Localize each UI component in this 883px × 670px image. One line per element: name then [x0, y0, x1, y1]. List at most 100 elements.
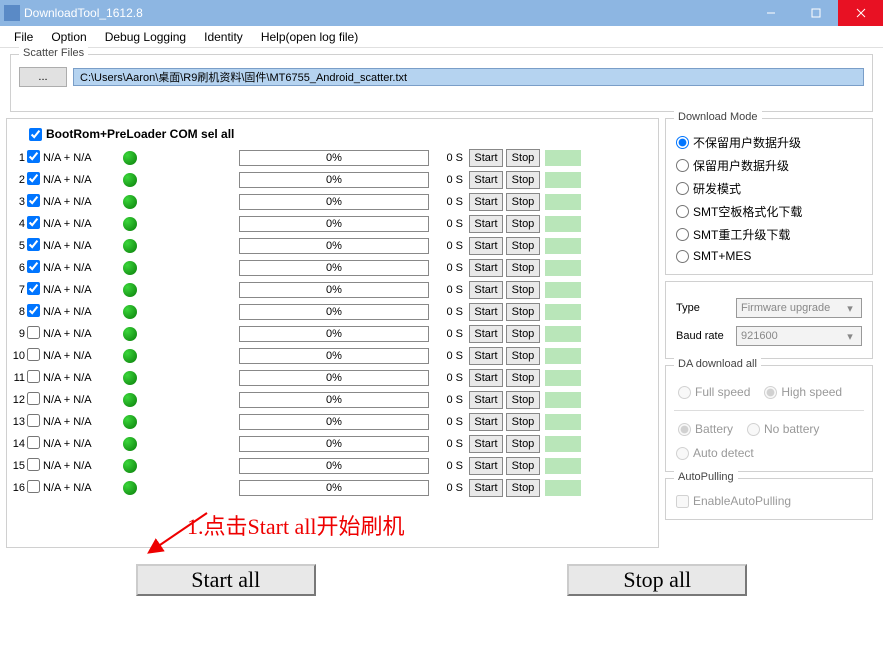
row-stop-button[interactable]: Stop [506, 149, 540, 167]
status-color-box [545, 436, 581, 452]
row-start-button[interactable]: Start [469, 457, 503, 475]
scatter-browse-button[interactable]: ... [19, 67, 67, 87]
download-mode-group: Download Mode 不保留用户数据升级 保留用户数据升级 研发模式 SM… [665, 118, 873, 275]
row-start-button[interactable]: Start [469, 149, 503, 167]
da-nobattery-label: No battery [764, 422, 819, 436]
row-stop-button[interactable]: Stop [506, 369, 540, 387]
status-dot-icon [123, 327, 137, 341]
menu-debug-logging[interactable]: Debug Logging [97, 28, 194, 46]
close-button[interactable] [838, 0, 883, 26]
start-all-button[interactable]: Start all [136, 564, 316, 596]
row-number: 7 [11, 284, 25, 296]
row-start-button[interactable]: Start [469, 325, 503, 343]
row-start-button[interactable]: Start [469, 369, 503, 387]
row-stop-button[interactable]: Stop [506, 435, 540, 453]
row-checkbox[interactable] [27, 304, 40, 317]
row-label: N/A + N/A [43, 196, 117, 208]
row-checkbox[interactable] [27, 216, 40, 229]
menu-option[interactable]: Option [43, 28, 94, 46]
row-checkbox[interactable] [27, 480, 40, 493]
status-dot-icon [123, 415, 137, 429]
chevron-down-icon: ▾ [843, 302, 857, 315]
row-checkbox[interactable] [27, 282, 40, 295]
row-start-button[interactable]: Start [469, 391, 503, 409]
row-stop-button[interactable]: Stop [506, 303, 540, 321]
row-checkbox[interactable] [27, 414, 40, 427]
row-stop-button[interactable]: Stop [506, 215, 540, 233]
row-start-button[interactable]: Start [469, 259, 503, 277]
row-stop-button[interactable]: Stop [506, 457, 540, 475]
menu-file[interactable]: File [6, 28, 41, 46]
device-row: 5N/A + N/A0%0 SStartStop [11, 235, 654, 257]
row-stop-button[interactable]: Stop [506, 281, 540, 299]
row-start-button[interactable]: Start [469, 171, 503, 189]
row-stop-button[interactable]: Stop [506, 325, 540, 343]
row-checkbox[interactable] [27, 458, 40, 471]
device-row: 16N/A + N/A0%0 SStartStop [11, 477, 654, 499]
row-checkbox[interactable] [27, 392, 40, 405]
row-checkbox[interactable] [27, 326, 40, 339]
row-stop-button[interactable]: Stop [506, 413, 540, 431]
row-checkbox[interactable] [27, 150, 40, 163]
scatter-path-field[interactable]: C:\Users\Aaron\桌面\R9刷机资料\固件\MT6755_Andro… [73, 68, 864, 86]
row-stop-button[interactable]: Stop [506, 259, 540, 277]
row-start-button[interactable]: Start [469, 237, 503, 255]
row-checkbox[interactable] [27, 238, 40, 251]
row-stop-button[interactable]: Stop [506, 347, 540, 365]
row-start-button[interactable]: Start [469, 435, 503, 453]
menu-help[interactable]: Help(open log file) [253, 28, 366, 46]
autopulling-legend: AutoPulling [674, 471, 738, 483]
status-color-box [545, 172, 581, 188]
row-checkbox[interactable] [27, 172, 40, 185]
dm-radio-4[interactable] [676, 228, 689, 241]
row-checkbox[interactable] [27, 194, 40, 207]
row-start-button[interactable]: Start [469, 479, 503, 497]
row-stop-button[interactable]: Stop [506, 193, 540, 211]
elapsed-time: 0 S [435, 482, 463, 494]
row-number: 9 [11, 328, 25, 340]
row-start-button[interactable]: Start [469, 413, 503, 431]
row-stop-button[interactable]: Stop [506, 479, 540, 497]
elapsed-time: 0 S [435, 218, 463, 230]
baud-label: Baud rate [676, 330, 732, 342]
row-checkbox[interactable] [27, 370, 40, 383]
da-full-label: Full speed [695, 385, 750, 399]
row-label: N/A + N/A [43, 152, 117, 164]
row-stop-button[interactable]: Stop [506, 391, 540, 409]
maximize-button[interactable] [793, 0, 838, 26]
row-checkbox[interactable] [27, 348, 40, 361]
device-row: 4N/A + N/A0%0 SStartStop [11, 213, 654, 235]
row-start-button[interactable]: Start [469, 347, 503, 365]
elapsed-time: 0 S [435, 460, 463, 472]
device-row: 9N/A + N/A0%0 SStartStop [11, 323, 654, 345]
row-label: N/A + N/A [43, 482, 117, 494]
dm-radio-1[interactable] [676, 159, 689, 172]
dm-label-0: 不保留用户数据升级 [693, 134, 801, 151]
da-auto-radio [676, 447, 689, 460]
menu-identity[interactable]: Identity [196, 28, 251, 46]
row-stop-button[interactable]: Stop [506, 171, 540, 189]
dm-radio-5[interactable] [676, 250, 689, 263]
row-stop-button[interactable]: Stop [506, 237, 540, 255]
device-row: 3N/A + N/A0%0 SStartStop [11, 191, 654, 213]
baud-combo[interactable]: 921600▾ [736, 326, 862, 346]
row-start-button[interactable]: Start [469, 193, 503, 211]
type-combo[interactable]: Firmware upgrade▾ [736, 298, 862, 318]
select-all-checkbox[interactable] [29, 128, 42, 141]
device-row: 1N/A + N/A0%0 SStartStop [11, 147, 654, 169]
stop-all-button[interactable]: Stop all [567, 564, 747, 596]
dm-radio-0[interactable] [676, 136, 689, 149]
row-start-button[interactable]: Start [469, 281, 503, 299]
row-label: N/A + N/A [43, 394, 117, 406]
dm-radio-2[interactable] [676, 182, 689, 195]
status-dot-icon [123, 459, 137, 473]
row-checkbox[interactable] [27, 260, 40, 273]
row-checkbox[interactable] [27, 436, 40, 449]
row-start-button[interactable]: Start [469, 303, 503, 321]
da-legend: DA download all [674, 358, 761, 370]
row-start-button[interactable]: Start [469, 215, 503, 233]
minimize-button[interactable] [748, 0, 793, 26]
dm-label-4: SMT重工升级下载 [693, 226, 790, 243]
status-color-box [545, 458, 581, 474]
dm-radio-3[interactable] [676, 205, 689, 218]
